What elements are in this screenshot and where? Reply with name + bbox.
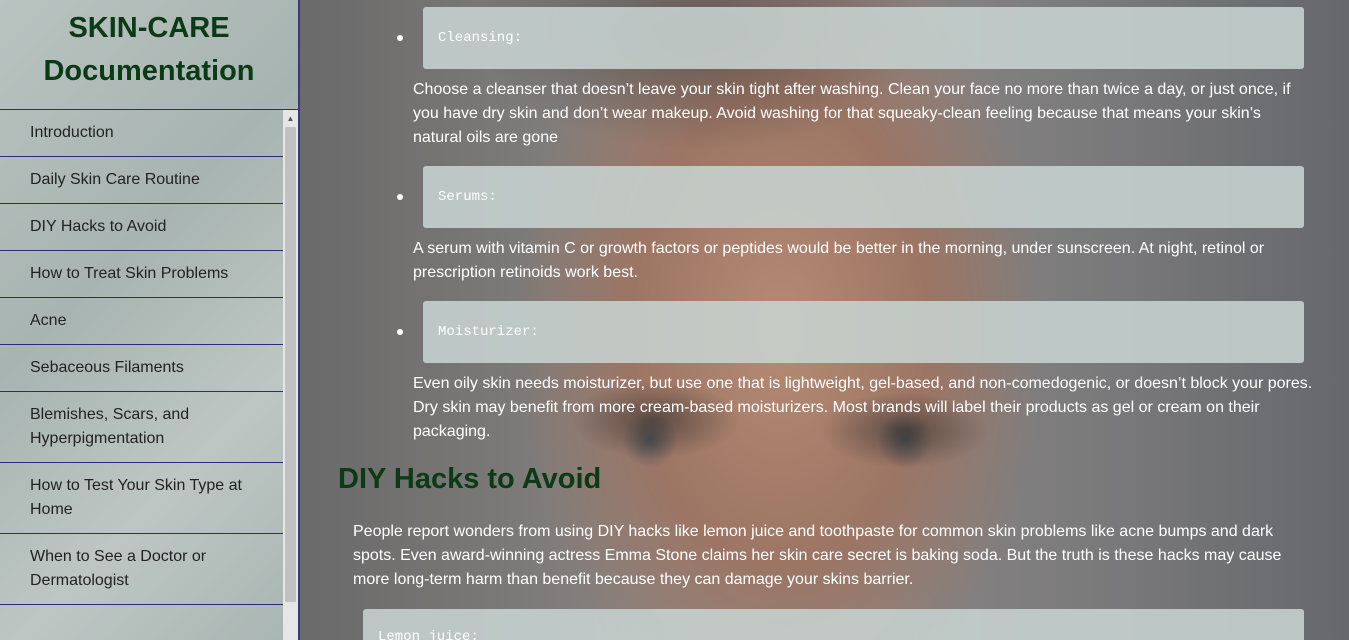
code-text: Cleansing: xyxy=(438,30,523,46)
nav-link-diy-hacks[interactable]: DIY Hacks to Avoid xyxy=(0,204,283,251)
nav-link-introduction[interactable]: Introduction xyxy=(0,110,283,157)
sidebar-title-line2: Documentation xyxy=(43,55,255,87)
list-bullet xyxy=(397,35,403,41)
step-paragraph-serums: A serum with vitamin C or growth factors… xyxy=(413,240,1265,281)
nav-link-daily-routine[interactable]: Daily Skin Care Routine xyxy=(0,157,283,204)
nav-link-sebaceous-filaments[interactable]: Sebaceous Filaments xyxy=(0,345,283,392)
nav-link-test-skin-type[interactable]: How to Test Your Skin Type at Home xyxy=(0,463,283,534)
nav-link-treat-skin-problems[interactable]: How to Treat Skin Problems xyxy=(0,251,283,298)
step-paragraph-cleansing: Choose a cleanser that doesn’t leave you… xyxy=(413,81,1291,146)
code-text: Moisturizer: xyxy=(438,324,539,340)
list-bullet xyxy=(397,329,403,335)
code-text: Lemon juice: xyxy=(378,629,479,640)
sidebar-header: SKIN-CARE Documentation xyxy=(0,0,298,110)
sidebar-scrollbar[interactable]: ▲ xyxy=(283,110,298,640)
scroll-up-arrow-icon[interactable]: ▲ xyxy=(283,110,298,126)
list-bullet xyxy=(397,194,403,200)
code-block-serums: Serums: xyxy=(423,166,1304,228)
section-title-diy-hacks: DIY Hacks to Avoid xyxy=(338,463,602,495)
diy-paragraph: People report wonders from using DIY hac… xyxy=(353,523,1282,588)
code-text: Serums: xyxy=(438,189,497,205)
code-block-lemon-juice: Lemon juice: xyxy=(363,609,1304,640)
nav-link-see-doctor[interactable]: When to See a Doctor or Dermatologist xyxy=(0,534,283,605)
sidebar-nav: SKIN-CARE Documentation Introduction Dai… xyxy=(0,0,300,640)
code-block-moisturizer: Moisturizer: xyxy=(423,301,1304,363)
nav-link-blemishes[interactable]: Blemishes, Scars, and Hyperpigmentation xyxy=(0,392,283,463)
nav-link-acne[interactable]: Acne xyxy=(0,298,283,345)
step-paragraph-moisturizer: Even oily skin needs moisturizer, but us… xyxy=(413,375,1313,440)
main-content: Cleansing: Choose a cleanser that doesn’… xyxy=(300,0,1349,640)
sidebar-title-line1: SKIN-CARE xyxy=(68,12,230,44)
nav-list: Introduction Daily Skin Care Routine DIY… xyxy=(0,110,283,640)
code-block-cleansing: Cleansing: xyxy=(423,7,1304,69)
scroll-thumb[interactable] xyxy=(285,127,296,602)
